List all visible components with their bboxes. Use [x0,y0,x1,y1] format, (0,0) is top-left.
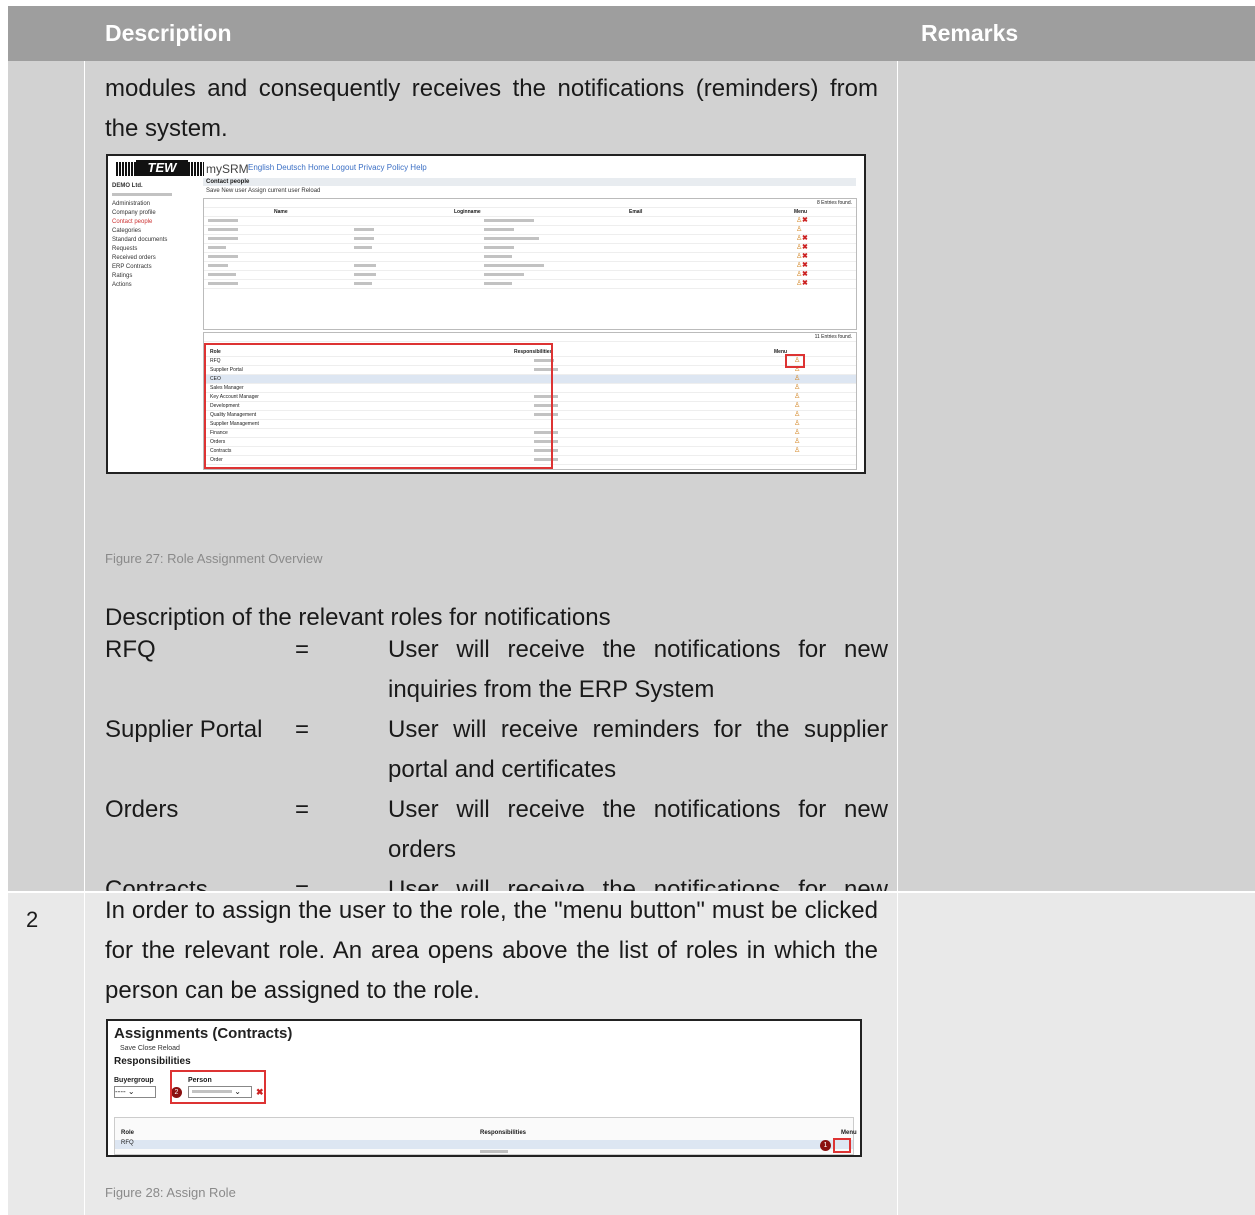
sidebar-item: Contact people [112,219,153,225]
col-responsibilities: Responsibilities [480,1130,527,1136]
instructions-table: Description Remarks modules and conseque… [8,6,1255,1215]
table-row: ♙ ✖ [204,262,856,271]
menu-button-highlight [833,1138,851,1153]
role-value-supplier-portal: User will receive reminders for the supp… [388,716,888,783]
contacts-table: 8 Entries found. Name Loginname Email Me… [203,198,857,330]
row-divider [8,891,1255,893]
role-value-orders: User will receive the notifications for … [388,796,888,863]
remarks-header: Remarks [921,20,1019,46]
sidebar-item: Standard documents [112,237,168,243]
panel-toolbar: Save New user Assign current user Reload [206,188,321,194]
role-key-orders: Orders [105,796,179,823]
figure-28-screenshot: Assignments (Contracts) Save Close Reloa… [106,1019,862,1157]
col-menu: Menu [794,209,808,215]
entries-count: 8 Entries found. [204,199,856,208]
role-key-rfq: RFQ [105,636,156,663]
col-menu: Menu [841,1130,857,1136]
figure-28-caption: Figure 28: Assign Role [105,1185,236,1200]
step-badge-1: 1 [820,1140,831,1151]
sidebar-item: Received orders [112,255,156,261]
table-row: ♙ ✖ [204,280,856,289]
column-divider [84,61,85,1215]
table-row: ♙ ✖ [204,217,856,226]
row1-description-cell: modules and consequently receives the no… [85,61,897,943]
contacts-header-row: Name Loginname Email Menu [204,208,856,217]
step-number: 2 [26,907,39,932]
table-header: Description Remarks [8,6,1255,61]
responsibilities-heading: Responsibilities [114,1056,191,1067]
figure-27-screenshot: TEW mySRM English Deutsch Home Logout Pr… [106,154,866,474]
role-table: Role Responsibilities Menu RFQ [114,1117,857,1155]
entries-count: 11 Entries found. [204,333,856,342]
sidebar-user [108,191,200,200]
role-value-rfq: User will receive the notifications for … [388,636,888,703]
row2-description-cell: In order to assign the user to the role,… [85,893,897,1215]
role-eq: = [295,716,310,743]
row1-intro-text: modules and consequently receives the no… [105,75,878,142]
brand-name: mySRM [206,162,249,176]
table-row: ♙ [204,226,856,235]
buyergroup-select: ---- ⌄ [114,1086,156,1098]
column-divider [897,61,898,1215]
panel-title: Contact people [203,178,856,186]
role-eq: = [295,636,310,663]
company-name: DEMO Ltd. [112,183,143,189]
col-role: Role [121,1130,135,1136]
top-links: English Deutsch Home Logout Privacy Poli… [248,163,427,172]
table-row: RFQ [115,1140,853,1154]
row1-remarks-cell [898,61,1255,892]
figure-27-caption: Figure 27: Role Assignment Overview [105,551,323,566]
role-eq: = [295,796,310,823]
table-row: ♙ ✖ [204,271,856,280]
row2-step-cell: 2 [8,893,84,1215]
table-row: ♙ ✖ [204,235,856,244]
buyergroup-label: Buyergroup [114,1077,154,1084]
table-row: ♙ ✖ [204,253,856,262]
person-highlight-box [170,1070,266,1104]
row2-remarks-cell [898,893,1255,1215]
sidebar-item: Categories [112,228,142,234]
sidebar-item: ERP Contracts [112,264,152,270]
description-header: Description [105,20,232,46]
sidebar-item: Ratings [112,273,133,279]
col-loginname: Loginname [454,209,481,215]
assignments-toolbar: Save Close Reload [120,1045,180,1052]
col-email: Email [629,209,643,215]
sidebar-item: Requests [112,246,138,252]
sidebar-item: Company profile [112,210,156,216]
row2-text: In order to assign the user to the role,… [105,897,878,1004]
tew-logo: TEW [136,160,188,176]
role-highlight-box [204,343,553,469]
sidebar: DEMO Ltd. Administration Company profile… [108,182,200,290]
row1-step-cell [8,61,84,892]
menu-button-highlight [785,354,805,368]
table-row: ♙ ✖ [204,244,856,253]
role-key-supplier-portal: Supplier Portal [105,716,263,743]
assignments-title: Assignments (Contracts) [114,1025,293,1042]
sidebar-item: Administration [112,201,151,207]
sidebar-item: Actions [112,282,132,288]
col-name: Name [274,209,288,215]
